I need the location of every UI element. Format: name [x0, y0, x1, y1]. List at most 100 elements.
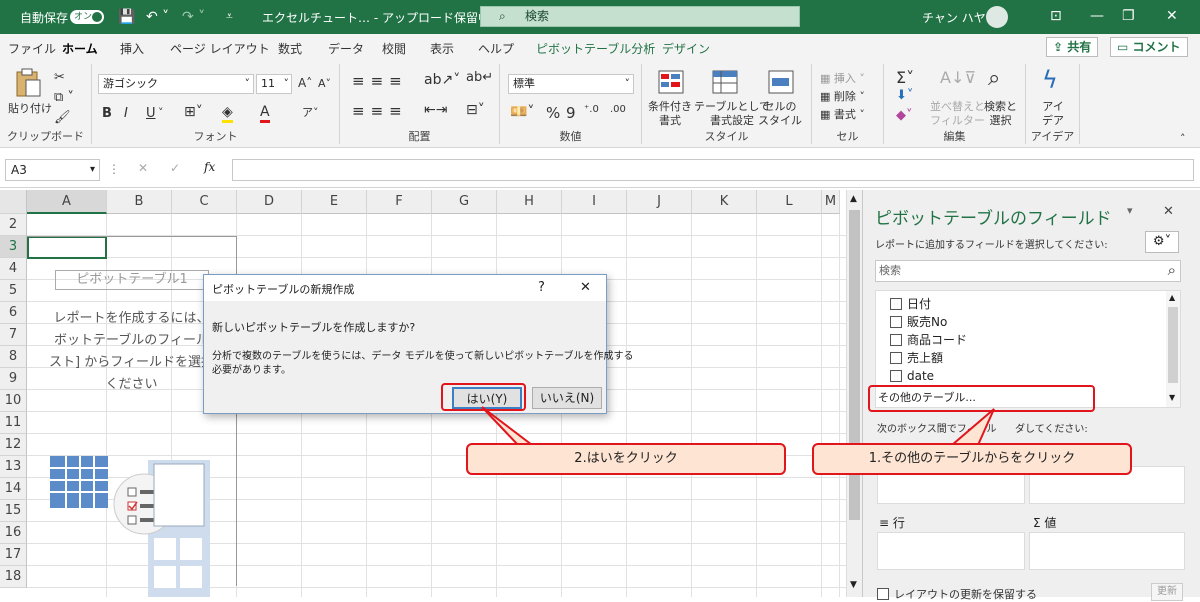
- sort-filter-button[interactable]: 並べ替えと フィルター: [930, 100, 985, 128]
- collapse-ribbon-icon[interactable]: ˄: [1180, 132, 1186, 145]
- row-header-17[interactable]: 17: [0, 544, 27, 566]
- shrink-font-icon[interactable]: A˅: [318, 77, 331, 90]
- tab-file[interactable]: ファイル: [8, 40, 56, 57]
- column-header-e[interactable]: E: [302, 190, 367, 214]
- row-header-13[interactable]: 13: [0, 456, 27, 478]
- row-header-6[interactable]: 6: [0, 302, 27, 324]
- column-header-l[interactable]: L: [757, 190, 822, 214]
- save-icon[interactable]: 💾: [118, 9, 135, 25]
- field-search-input[interactable]: 検索 ⌕: [875, 260, 1181, 282]
- checkbox[interactable]: [890, 352, 902, 364]
- wrap-text-icon[interactable]: ab↵: [466, 70, 493, 85]
- checkbox[interactable]: [890, 334, 902, 346]
- cell-styles-button[interactable]: セルの スタイル: [758, 100, 802, 128]
- tab-formulas[interactable]: 数式: [278, 40, 302, 57]
- increase-decimal-icon[interactable]: ⁺.0: [584, 104, 599, 115]
- paste-icon[interactable]: [14, 68, 42, 98]
- field-item[interactable]: 日付: [890, 295, 931, 313]
- fill-color-icon[interactable]: ◈: [222, 104, 233, 123]
- avatar[interactable]: [986, 6, 1008, 28]
- search-input[interactable]: ⌕ 検索: [480, 6, 800, 27]
- comments-button[interactable]: ▭ コメント: [1110, 37, 1188, 57]
- cut-icon[interactable]: ✂: [54, 70, 65, 85]
- decrease-decimal-icon[interactable]: .00: [610, 104, 626, 115]
- row-header-14[interactable]: 14: [0, 478, 27, 500]
- tab-review[interactable]: 校閲: [382, 40, 406, 57]
- horizontal-align-icons[interactable]: ≡≡≡: [352, 102, 408, 120]
- format-painter-icon[interactable]: 🖌: [54, 110, 71, 125]
- chevron-down-icon[interactable]: ˅: [158, 106, 164, 119]
- field-item[interactable]: 商品コード: [890, 331, 967, 349]
- vertical-align-icons[interactable]: ≡≡≡: [352, 72, 408, 90]
- clear-icon[interactable]: ◆˅: [896, 108, 913, 123]
- grow-font-icon[interactable]: A˄: [298, 76, 312, 90]
- paste-button[interactable]: 貼り付け: [8, 100, 52, 116]
- column-header-g[interactable]: G: [432, 190, 497, 214]
- column-header-c[interactable]: C: [172, 190, 237, 214]
- confirm-entry-icon[interactable]: ✓: [170, 161, 180, 175]
- delete-cells-button[interactable]: ▦ 削除 ˅: [820, 88, 865, 104]
- field-list-scrollbar[interactable]: ▲ ▼: [1166, 291, 1180, 407]
- column-header-b[interactable]: B: [107, 190, 172, 214]
- close-window-icon[interactable]: ✕: [1166, 8, 1178, 24]
- column-header-m[interactable]: M: [822, 190, 840, 214]
- borders-icon[interactable]: ⊞˅: [184, 104, 203, 120]
- tab-view[interactable]: 表示: [430, 40, 454, 57]
- row-header-3[interactable]: 3: [0, 236, 27, 258]
- phonetic-icon[interactable]: ア˅: [302, 104, 319, 120]
- column-header-f[interactable]: F: [367, 190, 432, 214]
- font-name-select[interactable]: 游ゴシック ˅: [98, 74, 254, 94]
- tab-pivot-analyze[interactable]: ピボットテーブル分析: [536, 40, 655, 57]
- scroll-thumb[interactable]: [1168, 307, 1178, 383]
- column-header-k[interactable]: K: [692, 190, 757, 214]
- rows-area[interactable]: [877, 532, 1025, 570]
- scroll-down-icon[interactable]: ▼: [1169, 393, 1175, 402]
- row-header-10[interactable]: 10: [0, 390, 27, 412]
- row-header-7[interactable]: 7: [0, 324, 27, 346]
- close-icon[interactable]: ✕: [580, 280, 591, 295]
- ideas-icon[interactable]: ϟ: [1042, 66, 1058, 94]
- autosave-toggle[interactable]: オン: [70, 10, 104, 24]
- tab-help[interactable]: ヘルプ: [478, 40, 514, 57]
- field-item[interactable]: 販売No: [890, 313, 947, 331]
- insert-function-icon[interactable]: fx: [204, 160, 215, 174]
- checkbox[interactable]: [890, 298, 902, 310]
- restore-icon[interactable]: ❐: [1122, 8, 1135, 24]
- underline-button[interactable]: U: [146, 106, 156, 121]
- sort-filter-icon[interactable]: A↓⊽: [940, 68, 976, 87]
- undo-icon[interactable]: ↶ ˅: [146, 9, 169, 25]
- share-button[interactable]: ⇪ 共有: [1046, 37, 1099, 57]
- row-header-9[interactable]: 9: [0, 368, 27, 390]
- vertical-scrollbar[interactable]: ▲ ▼: [846, 190, 862, 597]
- merge-center-icon[interactable]: ⊟˅: [466, 102, 485, 118]
- scroll-up-icon[interactable]: ▲: [1169, 293, 1175, 302]
- format-cells-button[interactable]: ▦ 書式 ˅: [820, 106, 865, 122]
- indent-icon[interactable]: ⇤⇥: [424, 102, 447, 118]
- row-header-8[interactable]: 8: [0, 346, 27, 368]
- copy-icon[interactable]: ⧉ ˅: [54, 90, 74, 105]
- row-header-5[interactable]: 5: [0, 280, 27, 302]
- insert-cells-button[interactable]: ▦ 挿入 ˅: [820, 70, 865, 86]
- pane-close-icon[interactable]: ✕: [1163, 204, 1174, 219]
- orientation-icon[interactable]: ab↗˅: [424, 72, 460, 88]
- pane-options-icon[interactable]: ▾: [1127, 204, 1133, 217]
- minimize-icon[interactable]: —: [1090, 8, 1104, 24]
- format-as-table-icon[interactable]: [712, 70, 738, 94]
- checkbox[interactable]: [890, 370, 902, 382]
- tab-insert[interactable]: 挿入: [120, 40, 144, 57]
- name-box[interactable]: A3 ▾: [5, 159, 100, 181]
- autosum-icon[interactable]: Σ˅: [896, 68, 914, 87]
- row-header-4[interactable]: 4: [0, 258, 27, 280]
- conditional-format-icon[interactable]: [658, 70, 684, 94]
- ribbon-display-icon[interactable]: ⊡: [1050, 8, 1062, 24]
- cell-styles-icon[interactable]: [768, 70, 794, 94]
- customize-qat-icon[interactable]: ⩡: [226, 9, 233, 24]
- find-select-button[interactable]: 検索と 選択: [984, 100, 1017, 128]
- tab-page-layout[interactable]: ページ レイアウト: [170, 40, 270, 57]
- help-icon[interactable]: ?: [538, 280, 545, 295]
- column-header-d[interactable]: D: [237, 190, 302, 214]
- defer-update-checkbox[interactable]: レイアウトの更新を保留する: [877, 586, 1037, 602]
- document-title[interactable]: エクセルチュート… - アップロード保留中: [262, 9, 490, 26]
- fill-icon[interactable]: ⬇˅: [896, 88, 913, 103]
- row-header-12[interactable]: 12: [0, 434, 27, 456]
